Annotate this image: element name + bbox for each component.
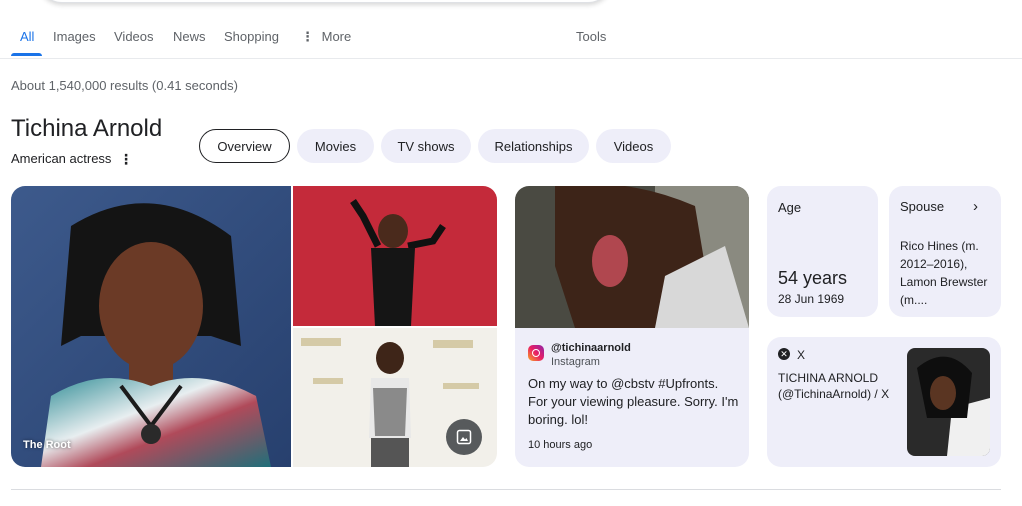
chevron-right-icon: › — [973, 198, 978, 215]
entity-title: Tichina Arnold — [11, 115, 163, 142]
age-label: Age — [778, 200, 802, 215]
chip-relationships[interactable]: Relationships — [478, 129, 589, 163]
chip-tv-shows[interactable]: TV shows — [381, 129, 471, 163]
x-profile-card[interactable]: ✕ X TICHINA ARNOLD (@TichinaArnold) / X — [767, 337, 1001, 467]
x-profile-text: TICHINA ARNOLD (@TichinaArnold) / X — [778, 371, 890, 401]
spouse-label: Spouse — [900, 199, 945, 214]
tab-shopping[interactable]: Shopping — [224, 29, 279, 44]
tab-more[interactable]: ⋮ More — [301, 29, 351, 45]
tools-button[interactable]: Tools — [576, 29, 606, 44]
image-caption: The Root — [23, 439, 71, 451]
date-of-birth: 28 Jun 1969 — [778, 292, 845, 306]
more-options-icon[interactable]: ⋮ — [119, 151, 133, 168]
tab-active-indicator — [11, 53, 42, 56]
entity-subtitle: American actress — [11, 151, 112, 166]
result-stats: About 1,540,000 results (0.41 seconds) — [11, 78, 238, 93]
chip-movies[interactable]: Movies — [297, 129, 374, 163]
x-profile-photo — [907, 348, 990, 456]
instagram-post-time: 10 hours ago — [528, 439, 593, 451]
view-images-button[interactable] — [446, 419, 482, 455]
more-vert-icon: ⋮ — [301, 29, 314, 44]
age-value: 54 years — [778, 268, 848, 288]
photo-red-illustration — [293, 186, 497, 326]
instagram-source: Instagram — [551, 356, 600, 368]
chip-videos[interactable]: Videos — [596, 129, 671, 163]
spouse-value: Rico Hines (m. 2012–2016), Lamon Brewste… — [900, 239, 988, 307]
spouse-card[interactable]: Spouse › Rico Hines (m. 2012–2016), Lamo… — [889, 186, 1001, 317]
tab-images[interactable]: Images — [53, 29, 96, 44]
search-tabs: All Images Videos News Shopping ⋮ More T… — [0, 0, 1022, 59]
age-card[interactable]: Age 54 years 28 Jun 1969 — [767, 186, 878, 317]
x-source: X — [797, 348, 806, 362]
image-gallery-icon — [456, 429, 472, 445]
photo-red-background[interactable] — [293, 186, 497, 326]
chip-overview[interactable]: Overview — [199, 129, 290, 163]
instagram-photo — [515, 186, 749, 328]
tab-more-label: More — [321, 29, 352, 44]
tab-all[interactable]: All — [20, 29, 34, 44]
instagram-handle: @tichinaarnold — [551, 342, 631, 354]
tab-videos[interactable]: Videos — [114, 29, 154, 44]
main-photo-illustration — [11, 186, 291, 467]
tab-news[interactable]: News — [173, 29, 206, 44]
section-divider — [11, 489, 1001, 490]
instagram-post-text: On my way to @cbstv #Upfronts. For your … — [528, 376, 739, 427]
instagram-post-card[interactable]: @tichinaarnold Instagram On my way to @c… — [515, 186, 749, 467]
main-photo[interactable] — [11, 186, 291, 467]
x-profile-photo-illustration — [907, 348, 990, 456]
instagram-icon — [528, 345, 544, 361]
x-logo-icon: ✕ — [778, 348, 790, 360]
